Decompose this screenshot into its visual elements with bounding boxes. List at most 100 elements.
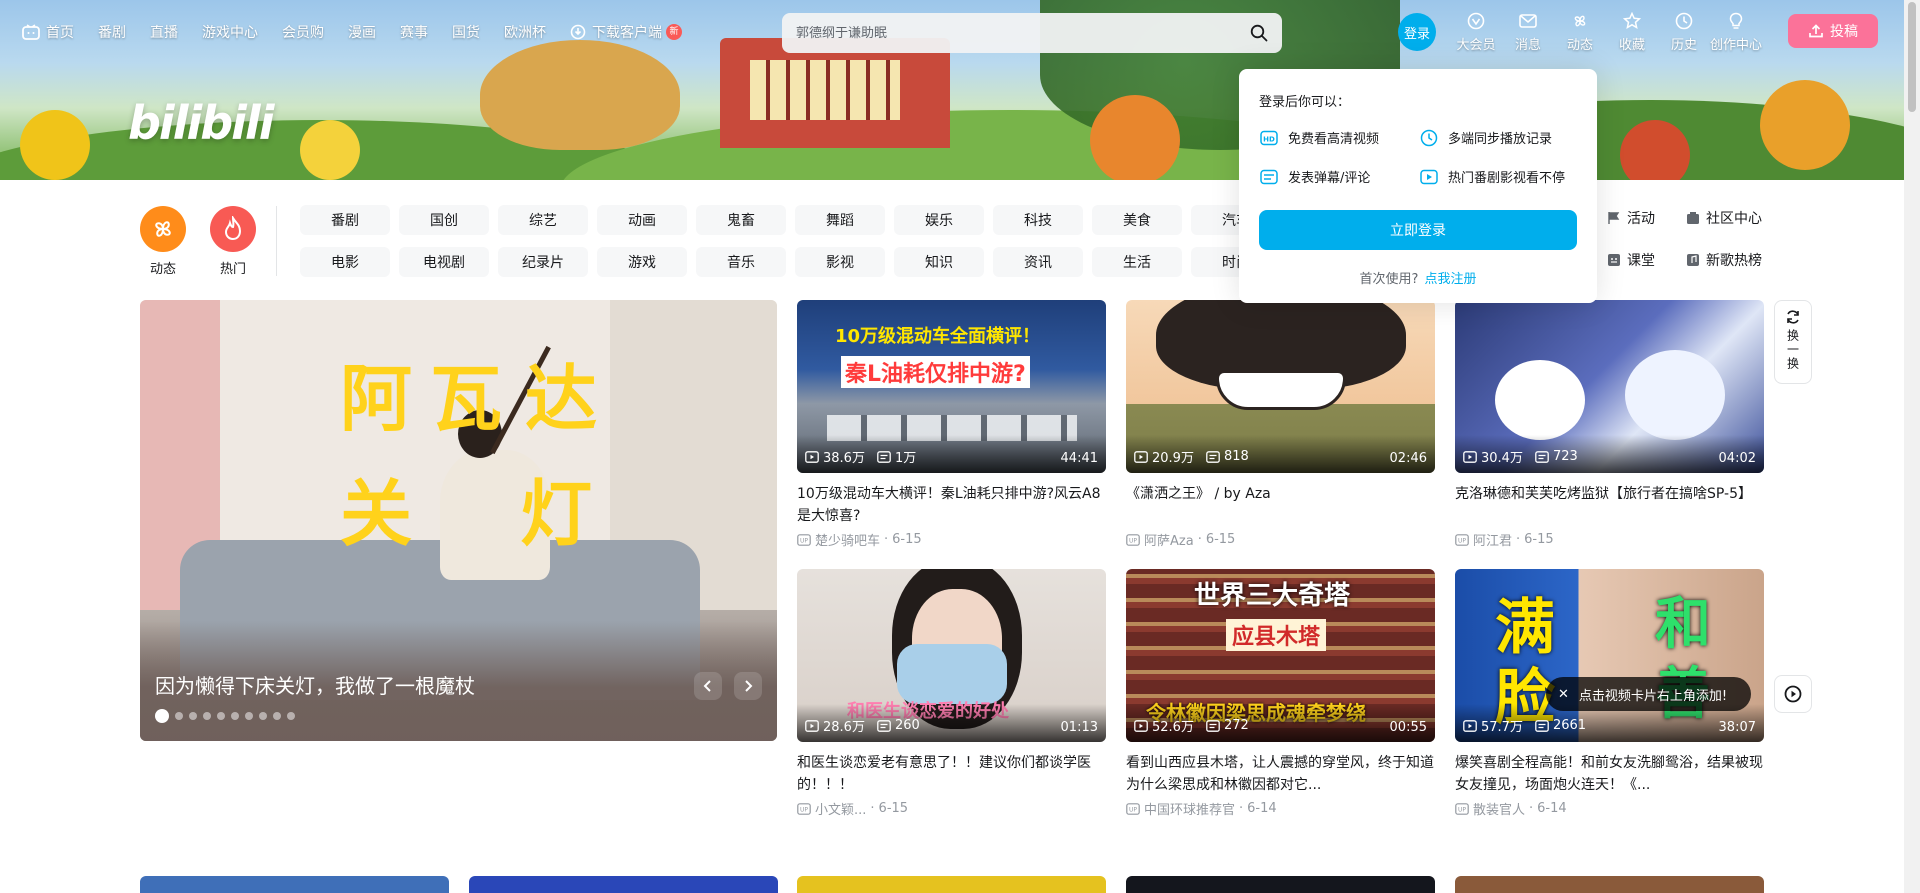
- nav-messages[interactable]: 消息: [1502, 10, 1554, 53]
- video-thumbnail[interactable]: 满 和 脸 善 57.7万 2661 38:07: [1455, 569, 1764, 742]
- channel-classroom[interactable]: 课堂: [1607, 250, 1655, 270]
- video-title[interactable]: 10万级混动车大横评！秦L油耗只排中游?风云A8是大惊喜?: [797, 483, 1106, 527]
- vip-icon: [1467, 12, 1485, 30]
- nav-download-client[interactable]: 下载客户端 新: [570, 22, 682, 42]
- search-icon[interactable]: [1250, 24, 1268, 42]
- channel-chip[interactable]: 美食: [1092, 205, 1182, 235]
- video-thumbnail[interactable]: 10万级混动车全面横评！ 秦L油耗仅排中游? 38.6万 1万 44:41: [797, 300, 1106, 473]
- video-card[interactable]: 10万级混动车全面横评！ 秦L油耗仅排中游? 38.6万 1万 44:41 10…: [797, 300, 1106, 549]
- carousel-dot[interactable]: [245, 712, 253, 720]
- featured-carousel[interactable]: 阿 瓦 达 关 灯 因为懒得下床关灯，我做了一根魔杖: [140, 300, 777, 741]
- video-card[interactable]: 30.4万 723 04:02 克洛琳德和芙芙吃烤监狱【旅行者在搞啥SP-5】 …: [1455, 300, 1764, 549]
- close-icon[interactable]: ✕: [1558, 687, 1569, 702]
- channel-music-chart[interactable]: 新歌热榜: [1686, 250, 1762, 270]
- nav-live[interactable]: 直播: [150, 22, 178, 42]
- video-thumbnail[interactable]: 和医生谈恋爱的好处 28.6万 260 01:13: [797, 569, 1106, 742]
- channel-chip[interactable]: 电影: [300, 247, 390, 277]
- video-title[interactable]: 《潇洒之王》 / by Aza: [1126, 483, 1435, 527]
- danmaku-count-icon: [877, 450, 891, 463]
- upload-button[interactable]: 投稿: [1788, 14, 1878, 48]
- nav-euro-cup[interactable]: 欧洲杯: [504, 22, 546, 42]
- channel-chip[interactable]: 舞蹈: [795, 205, 885, 235]
- channel-hot[interactable]: 热门: [203, 206, 263, 277]
- nav-favorites[interactable]: 收藏: [1606, 10, 1658, 53]
- video-card[interactable]: 20.9万 818 02:46 《潇洒之王》 / by Aza UP 阿萨Aza…: [1126, 300, 1435, 549]
- nav-manga[interactable]: 漫画: [348, 22, 376, 42]
- search-input[interactable]: [796, 25, 1250, 41]
- video-card[interactable]: 和医生谈恋爱的好处 28.6万 260 01:13 和医生谈恋爱老有意思了！！建…: [797, 569, 1106, 818]
- page-scrollbar[interactable]: [1904, 0, 1920, 893]
- channel-chip[interactable]: 知识: [894, 247, 984, 277]
- video-author[interactable]: 散装官人: [1473, 799, 1525, 818]
- refresh-button[interactable]: 换一换: [1774, 300, 1812, 384]
- nav-history-label: 历史: [1670, 38, 1697, 53]
- back-to-top-button[interactable]: [1774, 675, 1812, 713]
- nav-dynamic[interactable]: 动态: [1554, 10, 1606, 53]
- carousel-dot[interactable]: [189, 712, 197, 720]
- channel-chip[interactable]: 音乐: [696, 247, 786, 277]
- nav-anime[interactable]: 番剧: [98, 22, 126, 42]
- channel-chip[interactable]: 影视: [795, 247, 885, 277]
- carousel-dot[interactable]: [217, 712, 225, 720]
- carousel-dot[interactable]: [155, 709, 169, 723]
- video-author[interactable]: 阿萨Aza: [1144, 530, 1194, 549]
- video-stats: 52.6万 272 00:55: [1126, 704, 1435, 742]
- channel-community[interactable]: 社区中心: [1686, 208, 1762, 228]
- nav-shop[interactable]: 会员购: [282, 22, 324, 42]
- scrollbar-thumb[interactable]: [1908, 2, 1916, 112]
- carousel-dot[interactable]: [175, 712, 183, 720]
- carousel-dot[interactable]: [203, 712, 211, 720]
- channel-chip[interactable]: 国创: [399, 205, 489, 235]
- video-author[interactable]: 小文颖...: [815, 799, 866, 818]
- bilibili-logo[interactable]: bilibili: [128, 96, 274, 150]
- login-now-button[interactable]: 立即登录: [1259, 210, 1577, 250]
- nav-home[interactable]: 首页: [22, 22, 74, 42]
- next-row-thumbnail[interactable]: [1126, 876, 1435, 893]
- channel-chip[interactable]: 游戏: [597, 247, 687, 277]
- carousel-dot[interactable]: [273, 712, 281, 720]
- carousel-next-button[interactable]: [734, 672, 762, 700]
- clock-icon: [1420, 129, 1438, 146]
- tv-icon: [22, 24, 40, 40]
- nav-esports[interactable]: 赛事: [400, 22, 428, 42]
- nav-creator-center[interactable]: 创作中心: [1710, 10, 1762, 53]
- carousel-dot[interactable]: [259, 712, 267, 720]
- video-thumbnail[interactable]: 30.4万 723 04:02: [1455, 300, 1764, 473]
- channel-chip[interactable]: 生活: [1092, 247, 1182, 277]
- next-row-thumbnail[interactable]: [797, 876, 1106, 893]
- nav-vip[interactable]: 大会员: [1450, 10, 1502, 53]
- carousel-caption[interactable]: 因为懒得下床关灯，我做了一根魔杖: [155, 670, 475, 699]
- channel-chip[interactable]: 电视剧: [399, 247, 489, 277]
- carousel-prev-button[interactable]: [694, 672, 722, 700]
- nav-domestic[interactable]: 国货: [452, 22, 480, 42]
- carousel-dot[interactable]: [287, 712, 295, 720]
- channel-chip[interactable]: 娱乐: [894, 205, 984, 235]
- video-author[interactable]: 中国环球推荐官: [1144, 799, 1235, 818]
- channel-dynamic[interactable]: 动态: [133, 206, 193, 277]
- nav-game-center[interactable]: 游戏中心: [202, 22, 258, 42]
- next-row-thumbnail[interactable]: [1455, 876, 1764, 893]
- register-link[interactable]: 点我注册: [1424, 272, 1476, 287]
- channel-chip[interactable]: 动画: [597, 205, 687, 235]
- video-title[interactable]: 爆笑喜剧全程高能！和前女友洗腳鸳浴，结果被现女友撞见，场面炮火连天！《...: [1455, 752, 1764, 796]
- channel-chip[interactable]: 纪录片: [498, 247, 588, 277]
- video-title[interactable]: 看到山西应县木塔，让人震撼的穿堂风，终于知道为什么梁思成和林徽因都对它...: [1126, 752, 1435, 796]
- carousel-dot[interactable]: [231, 712, 239, 720]
- channel-chip[interactable]: 科技: [993, 205, 1083, 235]
- login-avatar-button[interactable]: 登录: [1398, 13, 1436, 51]
- channel-chip[interactable]: 综艺: [498, 205, 588, 235]
- video-title[interactable]: 和医生谈恋爱老有意思了！！建议你们都谈学医的！！！: [797, 752, 1106, 796]
- video-thumbnail[interactable]: 20.9万 818 02:46: [1126, 300, 1435, 473]
- video-card[interactable]: 世界三大奇塔 应县木塔 令林徽因梁思成魂牵梦绕 52.6万 272 00:55 …: [1126, 569, 1435, 818]
- channel-chip[interactable]: 番剧: [300, 205, 390, 235]
- next-row-thumbnail[interactable]: [140, 876, 449, 893]
- video-thumbnail[interactable]: 世界三大奇塔 应县木塔 令林徽因梁思成魂牵梦绕 52.6万 272 00:55: [1126, 569, 1435, 742]
- next-row-thumbnail[interactable]: [469, 876, 778, 893]
- video-title[interactable]: 克洛琳德和芙芙吃烤监狱【旅行者在搞啥SP-5】: [1455, 483, 1764, 527]
- video-author[interactable]: 阿江君: [1473, 530, 1512, 549]
- channel-chip[interactable]: 鬼畜: [696, 205, 786, 235]
- nav-history[interactable]: 历史: [1658, 10, 1710, 53]
- channel-activity[interactable]: 活动: [1607, 208, 1655, 228]
- video-author[interactable]: 楚少骑吧车: [815, 530, 880, 549]
- channel-chip[interactable]: 资讯: [993, 247, 1083, 277]
